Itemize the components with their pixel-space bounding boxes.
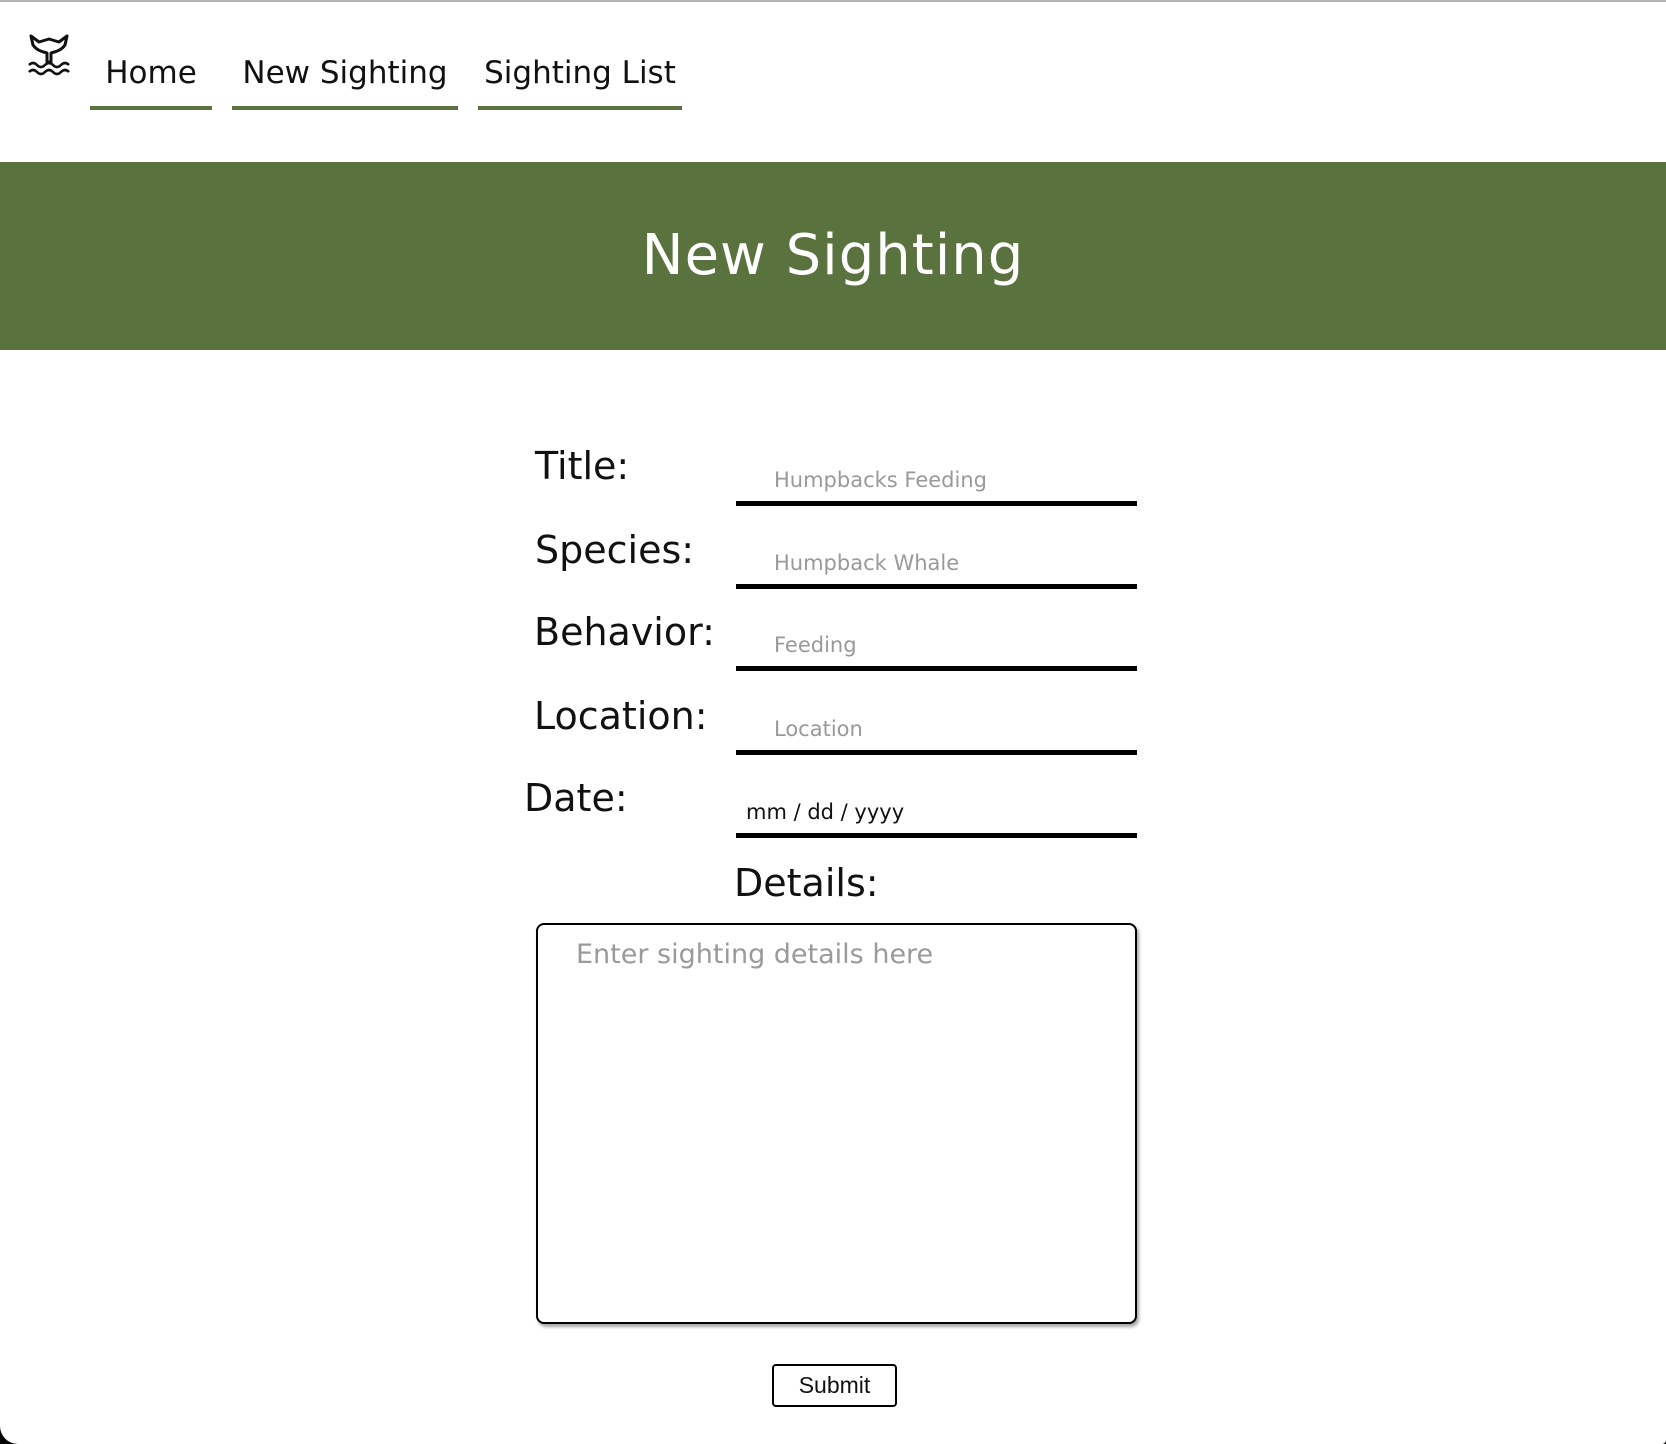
nav-new-sighting[interactable]: New Sighting [232,50,458,110]
whale-tail-logo-icon[interactable] [27,31,71,77]
nav-home[interactable]: Home [90,50,212,110]
nav-sighting-list[interactable]: Sighting List [478,50,682,110]
page-title: New Sighting [641,223,1025,288]
species-input[interactable] [736,541,1137,589]
title-input[interactable] [736,458,1137,506]
behavior-label: Behavior: [534,610,715,654]
details-label: Details: [734,861,879,905]
location-input[interactable] [736,707,1137,755]
details-textarea[interactable] [536,923,1137,1324]
submit-button[interactable]: Submit [772,1364,897,1407]
species-label: Species: [535,528,695,572]
hero-banner: New Sighting [0,162,1666,350]
date-label: Date: [524,776,628,820]
date-format-text: mm / dd / yyyy [746,800,905,824]
page: Home New Sighting Sighting List New Sigh… [0,0,1666,1444]
location-label: Location: [534,694,708,738]
behavior-input[interactable] [736,623,1137,671]
title-label: Title: [535,444,630,488]
date-input[interactable]: mm / dd / yyyy [736,790,1137,838]
